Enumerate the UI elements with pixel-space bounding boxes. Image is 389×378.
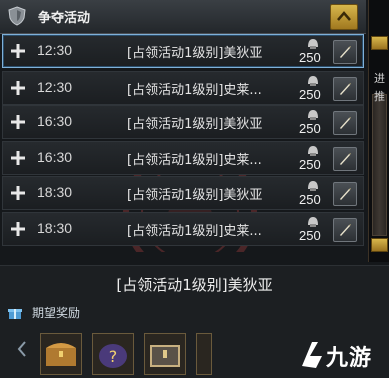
helmet-icon (308, 217, 318, 227)
activity-time: 18:30 (37, 184, 73, 200)
page-title: 争夺活动 (38, 11, 91, 26)
cost-value: 250 (299, 87, 321, 102)
reward-slot[interactable] (144, 333, 186, 375)
activity-list: 12:30 [占领活动1级别]美狄亚 250 12:30 [占领活动1级别]史莱… (0, 34, 366, 252)
watermark-text: 九游 (326, 346, 373, 371)
cost-value: 250 (299, 192, 321, 207)
chest-icon (150, 345, 180, 367)
helmet-icon (308, 146, 318, 156)
side-panel-text-2: 推 (374, 90, 385, 103)
detail-title: [占领活动1级别]美狄亚 (116, 276, 273, 294)
chest-icon (46, 343, 76, 366)
activity-time: 16:30 (37, 113, 73, 129)
activity-row[interactable]: 18:30 [占领活动1级别]史莱... 250 (2, 212, 364, 246)
panel-header: 争夺活动 (0, 0, 366, 34)
activity-name: [占领活动1级别]美狄亚 (127, 188, 263, 203)
gift-icon (8, 309, 22, 319)
plus-icon[interactable] (10, 80, 26, 96)
quill-pen-icon (340, 46, 351, 58)
activity-name: [占领活动1级别]史莱... (127, 153, 262, 168)
quill-pen-icon (340, 153, 351, 165)
cost-value: 250 (299, 50, 321, 65)
helmet-icon (308, 181, 318, 191)
cost-value: 250 (299, 121, 321, 136)
edit-button[interactable] (333, 40, 357, 64)
activity-time: 18:30 (37, 220, 73, 236)
edit-button[interactable] (333, 77, 357, 101)
scrollbar-thumb[interactable] (372, 94, 387, 236)
reward-slot[interactable] (196, 333, 212, 375)
plus-icon[interactable] (10, 114, 26, 130)
scroll-up-button[interactable] (371, 36, 388, 50)
activity-time: 16:30 (37, 149, 73, 165)
collapse-button[interactable] (330, 4, 358, 30)
plus-icon[interactable] (10, 150, 26, 166)
activity-row[interactable]: 12:30 [占领活动1级别]史莱... 250 (2, 71, 364, 105)
cost-value: 250 (299, 157, 321, 172)
svg-text:?: ? (109, 347, 118, 366)
activity-name: [占领活动1级别]美狄亚 (127, 46, 263, 61)
shield-icon (8, 6, 26, 26)
reward-label: 期望奖励 (32, 306, 81, 320)
quill-pen-icon (340, 188, 351, 200)
helmet-icon (308, 110, 318, 120)
plus-icon[interactable] (10, 185, 26, 201)
chevron-left-icon[interactable] (17, 341, 27, 357)
plus-icon[interactable] (10, 43, 26, 59)
edit-button[interactable] (333, 111, 357, 135)
helmet-icon (308, 76, 318, 86)
edit-button[interactable] (333, 147, 357, 171)
cost-value: 250 (299, 228, 321, 243)
activity-name: [占领活动1级别]史莱... (127, 224, 262, 239)
helmet-icon (308, 39, 318, 49)
quill-pen-icon (340, 224, 351, 236)
plus-icon[interactable] (10, 221, 26, 237)
chevron-up-icon (337, 11, 351, 21)
edit-button[interactable] (333, 182, 357, 206)
edit-button[interactable] (333, 218, 357, 242)
quill-pen-icon (340, 83, 351, 95)
activity-time: 12:30 (37, 79, 73, 95)
activity-name: [占领活动1级别]史莱... (127, 83, 262, 98)
reward-slot[interactable] (40, 333, 82, 375)
activity-name: [占领活动1级别]美狄亚 (127, 117, 263, 132)
activity-row[interactable]: 16:30 [占领活动1级别]史莱... 250 (2, 141, 364, 175)
activity-row[interactable]: 18:30 [占领活动1级别]美狄亚 250 (2, 176, 364, 210)
side-panel-text-1: 进 (374, 72, 385, 85)
activity-row[interactable]: 16:30 [占领活动1级别]美狄亚 250 (2, 105, 364, 139)
activity-row[interactable]: 12:30 [占领活动1级别]美狄亚 250 (2, 34, 364, 68)
mystery-bag-icon: ? (99, 344, 127, 368)
reward-slot[interactable]: ? (92, 333, 134, 375)
quill-pen-icon (340, 117, 351, 129)
scroll-down-button[interactable] (371, 238, 388, 252)
activity-time: 12:30 (37, 42, 73, 58)
